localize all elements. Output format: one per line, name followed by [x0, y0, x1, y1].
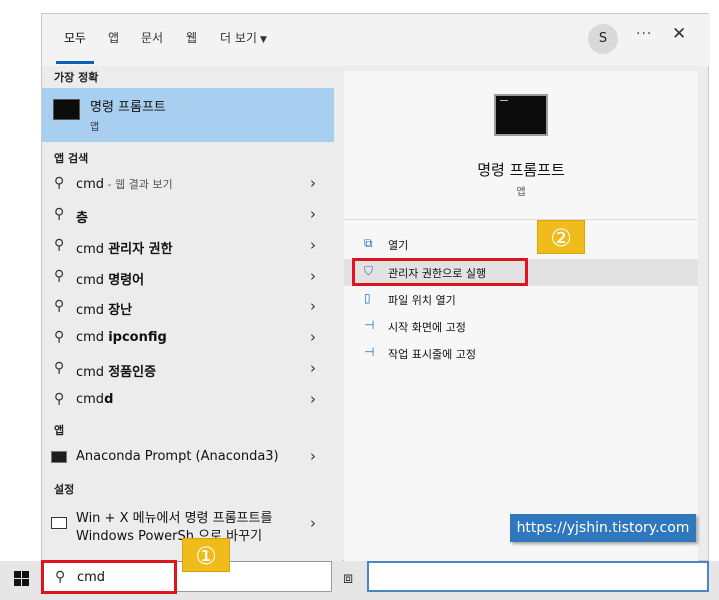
list-item-label: 층 [76, 211, 88, 226]
list-item-label: cmdd [76, 392, 114, 407]
caret-down-icon: ▼ [259, 35, 267, 45]
chevron-right-icon[interactable]: › [310, 297, 316, 315]
active-tab-indicator [56, 61, 94, 64]
list-item[interactable]: ⚲ 층 › [42, 200, 334, 230]
search-icon: ⚲ [54, 237, 65, 253]
chevron-right-icon[interactable]: › [310, 359, 316, 377]
chevron-right-icon[interactable]: › [310, 174, 316, 192]
search-icon: ⚲ [54, 206, 65, 222]
best-match-subtitle: 앱 [90, 122, 100, 133]
action-label: 작업 표시줄에 고정 [388, 348, 476, 361]
list-item-label: cmd 관리자 권한 [76, 242, 173, 257]
action-label: 열기 [388, 239, 409, 252]
section-best-match: 가장 정확 [54, 71, 99, 84]
taskbar-annotation-box [367, 561, 709, 592]
list-item[interactable]: ⚲ cmd 관리자 권한 › [42, 231, 334, 261]
anaconda-prompt-icon [51, 451, 67, 463]
detail-subtitle: 앱 [516, 187, 526, 198]
list-item[interactable]: ⚲ cmd ipconfig › [42, 323, 334, 353]
search-window: 모두 앱 문서 웹 더 보기 ▼ S ··· ✕ 가장 정확 명령 프롬프트 앱 … [41, 13, 710, 562]
folder-icon: ▯ [364, 291, 371, 305]
list-item-label: Anaconda Prompt (Anaconda3) [76, 449, 279, 464]
close-icon[interactable]: ✕ [672, 24, 686, 44]
search-icon: ⚲ [54, 175, 65, 191]
settings-display-icon [51, 517, 67, 529]
windows-start-icon[interactable] [14, 571, 30, 587]
open-icon: ⧉ [364, 236, 373, 250]
list-item[interactable]: Anaconda Prompt (Anaconda3) › [42, 442, 334, 472]
action-open-file-location[interactable]: ▯ 파일 위치 열기 [344, 286, 698, 313]
chevron-right-icon[interactable]: › [310, 236, 316, 254]
list-item-label: cmd 정품인증 [76, 365, 157, 380]
list-item-label: cmd 장난 [76, 303, 133, 318]
step-badge-1: ① [182, 538, 230, 572]
chevron-right-icon[interactable]: › [310, 205, 316, 223]
list-item[interactable]: ⚲ cmd 명령어 › [42, 262, 334, 292]
action-label: 파일 위치 열기 [388, 294, 456, 307]
avatar[interactable]: S [588, 24, 618, 54]
highlight-search-box [41, 560, 177, 594]
tab-more[interactable]: 더 보기 ▼ [220, 29, 267, 46]
watermark-url: https://yjshin.tistory.com [510, 514, 696, 542]
search-icon: ⚲ [54, 360, 65, 376]
divider [344, 219, 698, 220]
action-pin-to-taskbar[interactable]: ⊣ 작업 표시줄에 고정 [344, 340, 698, 367]
more-options-icon[interactable]: ··· [636, 26, 652, 42]
list-item[interactable]: ⚲ cmd 정품인증 › [42, 354, 334, 384]
step-badge-2: ② [537, 220, 585, 254]
action-pin-to-start[interactable]: ⊣ 시작 화면에 고정 [344, 313, 698, 340]
section-app-search: 앱 검색 [54, 152, 89, 165]
list-item-label: cmd 명령어 [76, 273, 145, 288]
tab-all[interactable]: 모두 [64, 29, 86, 46]
best-match-item[interactable]: 명령 프롬프트 앱 [42, 88, 334, 142]
list-item[interactable]: ⚲ cmdd › [42, 385, 334, 415]
command-prompt-icon [53, 99, 80, 120]
results-list: 가장 정확 명령 프롬프트 앱 앱 검색 ⚲ cmd - 웹 결과 보기 › ⚲… [42, 66, 342, 562]
tab-web[interactable]: 웹 [186, 29, 197, 46]
command-prompt-large-icon [494, 94, 548, 136]
search-icon: ⚲ [54, 391, 65, 407]
pin-icon: ⊣ [364, 318, 375, 332]
detail-pane: 명령 프롬프트 앱 ⧉ 열기 ⛉ 관리자 권한으로 실행 ▯ 파일 위치 열기 … [344, 71, 698, 562]
highlight-run-as-admin [352, 258, 528, 286]
tab-documents[interactable]: 문서 [141, 29, 163, 46]
action-open[interactable]: ⧉ 열기 [344, 231, 698, 258]
search-tabs-bar: 모두 앱 문서 웹 더 보기 ▼ S ··· ✕ [42, 14, 710, 66]
list-item-label: cmd - 웹 결과 보기 [76, 177, 173, 192]
action-label: 시작 화면에 고정 [388, 321, 466, 334]
tab-more-label: 더 보기 [220, 31, 257, 45]
search-icon: ⚲ [54, 268, 65, 284]
chevron-right-icon[interactable]: › [310, 390, 316, 408]
best-match-title: 명령 프롬프트 [90, 100, 166, 115]
tab-apps[interactable]: 앱 [108, 29, 119, 46]
search-icon: ⚲ [54, 298, 65, 314]
pin-icon: ⊣ [364, 345, 375, 359]
settings-item-line1: Win + X 메뉴에서 명령 프롬프트를 [76, 511, 273, 526]
list-item-label: cmd ipconfig [76, 330, 167, 345]
settings-item-line2: Windows PowerSh 으로 바꾸기 [76, 529, 263, 544]
list-item[interactable]: ⚲ cmd - 웹 결과 보기 › [42, 169, 334, 199]
detail-title: 명령 프롬프트 [477, 161, 565, 179]
chevron-right-icon[interactable]: › [310, 514, 316, 532]
chevron-right-icon[interactable]: › [310, 267, 316, 285]
chevron-right-icon[interactable]: › [310, 328, 316, 346]
task-view-icon[interactable]: ⧈ [343, 568, 353, 588]
section-apps: 앱 [54, 424, 65, 437]
screenshot-stage: 모두 앱 문서 웹 더 보기 ▼ S ··· ✕ 가장 정확 명령 프롬프트 앱 … [0, 0, 719, 600]
list-item[interactable]: ⚲ cmd 장난 › [42, 292, 334, 322]
search-icon: ⚲ [54, 329, 65, 345]
chevron-right-icon[interactable]: › [310, 447, 316, 465]
section-settings: 설정 [54, 483, 75, 496]
